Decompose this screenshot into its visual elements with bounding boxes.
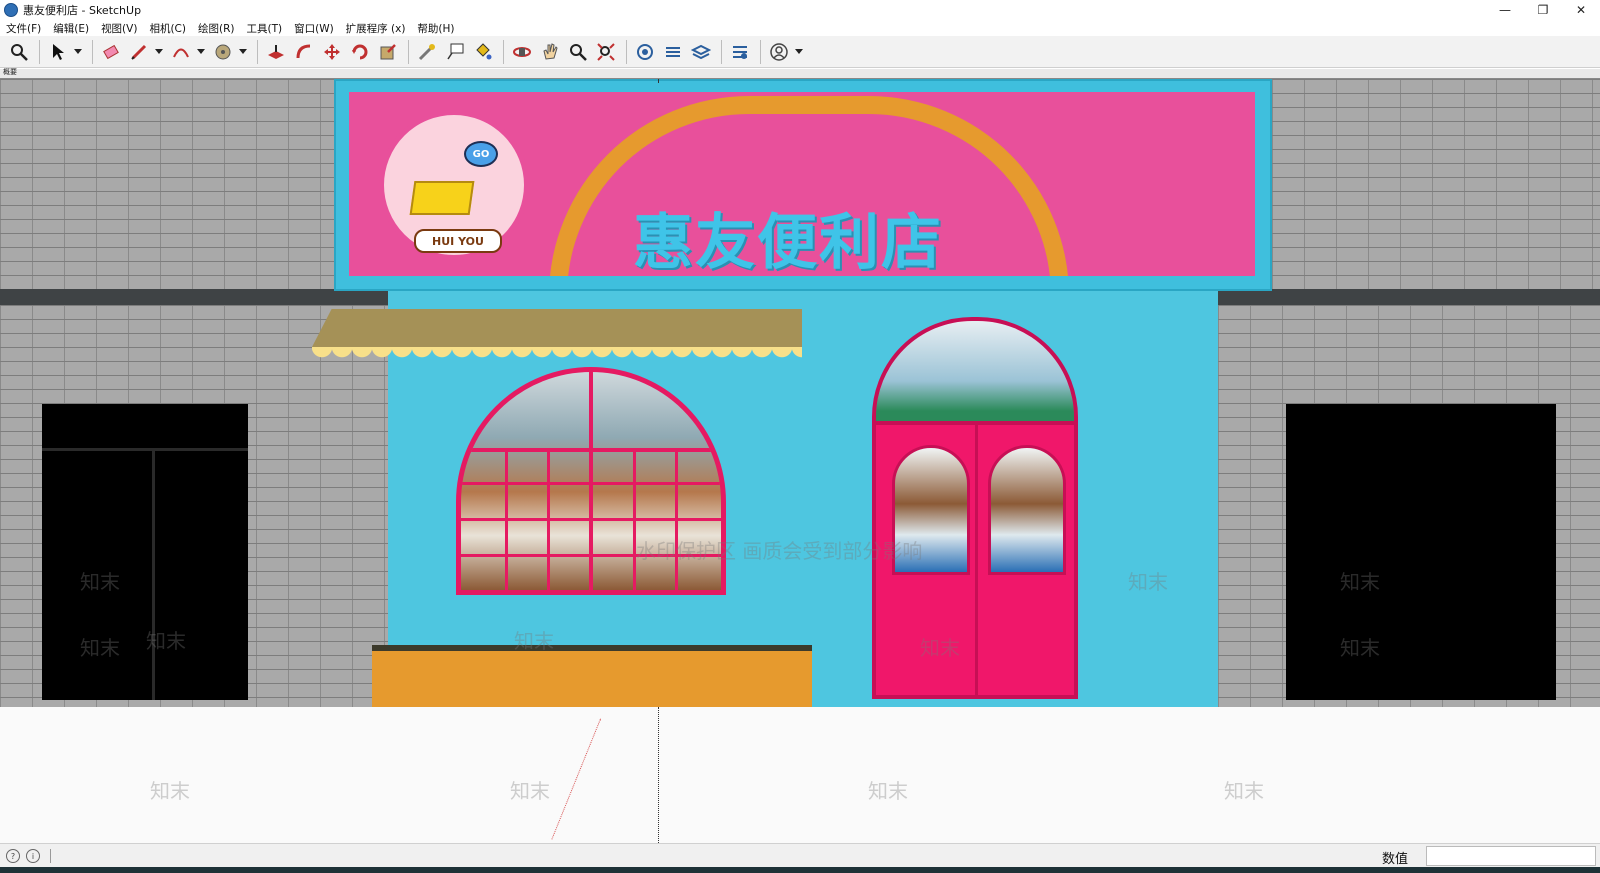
watermark-brand: 知末: [80, 636, 120, 660]
axis-marker: [658, 79, 659, 83]
zoom-icon[interactable]: [6, 39, 32, 65]
awning-canopy: [312, 309, 802, 347]
followme-icon[interactable]: [291, 39, 317, 65]
planter-box: [372, 645, 812, 707]
window-title: 惠友便利店 - SketchUp: [23, 4, 142, 17]
account-avatar-icon[interactable]: [766, 39, 792, 65]
scale-icon[interactable]: [375, 39, 401, 65]
rotate-icon[interactable]: [347, 39, 373, 65]
toolbar-separator: [92, 39, 93, 64]
measurements-input[interactable]: [1426, 846, 1596, 866]
watermark-brand: 知末: [514, 629, 554, 653]
move-icon[interactable]: [319, 39, 345, 65]
arc-dropdown-icon[interactable]: [196, 39, 206, 65]
model-viewport[interactable]: GO HUI YOU 惠友便利店 水印保护区 画质会受到部分影响 知末 知末 知…: [0, 79, 1600, 843]
logo-go-bubble: GO: [464, 141, 498, 167]
menu-camera[interactable]: 相机(C): [143, 21, 192, 36]
toolbar-separator: [39, 39, 40, 64]
door-transom: [876, 321, 1074, 425]
watermark-brand: 知末: [1224, 779, 1264, 803]
watermark-brand: 知末: [920, 636, 960, 660]
toolbar-separator: [760, 39, 761, 64]
text-label-icon[interactable]: [442, 39, 468, 65]
toolbar-separator: [721, 39, 722, 64]
menu-view[interactable]: 视图(V): [95, 21, 143, 36]
account-dropdown-icon[interactable]: [794, 39, 804, 65]
watermark-brand: 知末: [1340, 570, 1380, 594]
shape-circle-icon[interactable]: [210, 39, 236, 65]
shop-door[interactable]: [872, 317, 1078, 699]
watermark-brand: 知末: [146, 629, 186, 653]
pencil-icon[interactable]: [126, 39, 152, 65]
measurements-label: 数值: [1381, 852, 1408, 867]
shopping-cart-icon: [409, 181, 475, 215]
toolbar-separator: [503, 39, 504, 64]
eraser-icon[interactable]: [98, 39, 124, 65]
arc-icon[interactable]: [168, 39, 194, 65]
info-icon[interactable]: i: [26, 849, 40, 863]
dark-doorway-left: [42, 404, 248, 700]
menu-tools[interactable]: 工具(T): [240, 21, 288, 36]
status-separator: [50, 849, 51, 863]
pencil-dropdown-icon[interactable]: [154, 39, 164, 65]
menu-window[interactable]: 窗口(W): [288, 21, 340, 36]
watermark-brand: 知末: [868, 779, 908, 803]
shape-dropdown-icon[interactable]: [238, 39, 248, 65]
logo-label: HUI YOU: [414, 229, 502, 253]
watermark-brand: 知末: [80, 570, 120, 594]
scene-tab-overview[interactable]: 概要: [3, 67, 17, 77]
warehouse-icon[interactable]: [632, 39, 658, 65]
ground-plane: [0, 707, 1600, 843]
toolbar-separator: [408, 39, 409, 64]
menu-draw[interactable]: 绘图(R): [192, 21, 241, 36]
sketchup-app-icon: [4, 3, 18, 17]
watermark-text: 水印保护区 画质会受到部分影响: [636, 539, 923, 563]
awning-fringe: [312, 347, 802, 363]
extension-warehouse-icon[interactable]: [727, 39, 753, 65]
menu-edit[interactable]: 编辑(E): [47, 21, 95, 36]
watermark-brand: 知末: [1340, 636, 1380, 660]
menu-extensions[interactable]: 扩展程序 (x): [340, 21, 412, 36]
brick-wall-upper-right: [1272, 79, 1600, 291]
select-dropdown-icon[interactable]: [73, 39, 83, 65]
door-split: [975, 421, 978, 695]
pushpull-icon[interactable]: [263, 39, 289, 65]
scene-tabs-bar: 概要: [0, 67, 1600, 79]
paint-bucket-icon[interactable]: [470, 39, 496, 65]
watermark-brand: 知末: [1128, 570, 1168, 594]
title-bar: 惠友便利店 - SketchUp — ❐ ✕: [0, 0, 1600, 20]
close-button[interactable]: ✕: [1562, 0, 1600, 20]
door-window-right: [988, 445, 1066, 575]
menu-bar: 文件(F) 编辑(E) 视图(V) 相机(C) 绘图(R) 工具(T) 窗口(W…: [0, 20, 1600, 36]
menu-file[interactable]: 文件(F): [0, 21, 47, 36]
watermark-brand: 知末: [150, 779, 190, 803]
zoom-extents-icon[interactable]: [593, 39, 619, 65]
watermark-brand: 知末: [510, 779, 550, 803]
zoom-glass-icon[interactable]: [565, 39, 591, 65]
minimize-button[interactable]: —: [1486, 0, 1524, 20]
brick-wall-upper-left: [0, 79, 334, 291]
shop-sign: GO HUI YOU 惠友便利店: [346, 89, 1258, 279]
menu-help[interactable]: 帮助(H): [411, 21, 460, 36]
extension-icon[interactable]: [660, 39, 686, 65]
select-arrow-icon[interactable]: [45, 39, 71, 65]
os-taskbar-strip: [0, 867, 1600, 873]
green-axis-line: [658, 707, 660, 843]
main-toolbar: [0, 36, 1600, 68]
toolbar-separator: [257, 39, 258, 64]
orbit-icon[interactable]: [509, 39, 535, 65]
tape-measure-icon[interactable]: [414, 39, 440, 65]
dark-doorway-right: [1286, 404, 1556, 700]
window-controls: — ❐ ✕: [1486, 0, 1600, 20]
layers-icon[interactable]: [688, 39, 714, 65]
geolocation-icon[interactable]: ?: [6, 849, 20, 863]
toolbar-separator: [626, 39, 627, 64]
shop-name-text: 惠友便利店: [633, 208, 943, 278]
shop-logo: GO HUI YOU: [379, 110, 529, 260]
restore-button[interactable]: ❐: [1524, 0, 1562, 20]
status-bar: ? i 数值: [0, 843, 1600, 868]
pan-hand-icon[interactable]: [537, 39, 563, 65]
